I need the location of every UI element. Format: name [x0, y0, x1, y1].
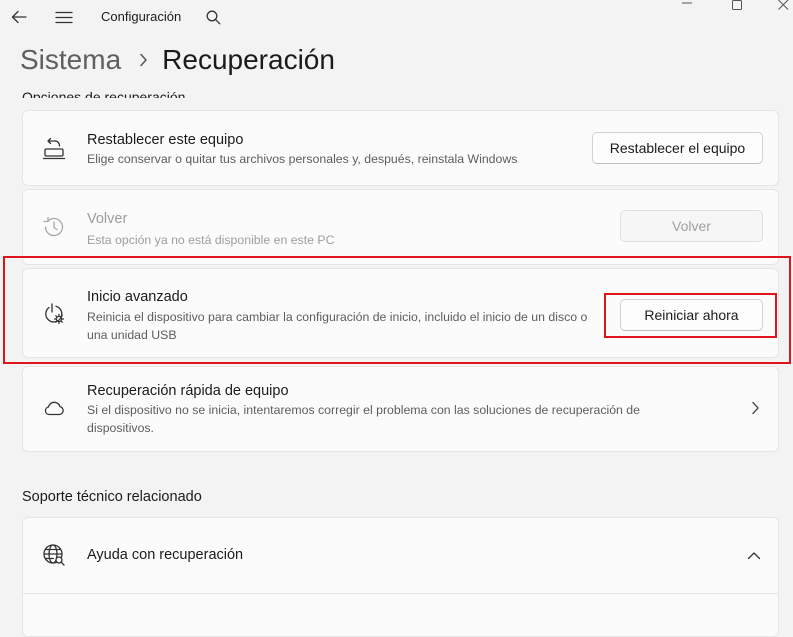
reset-pc-icon	[41, 136, 67, 162]
advanced-startup-icon	[41, 301, 67, 327]
globe-search-icon	[41, 542, 67, 568]
hamburger-menu-icon	[55, 11, 73, 23]
recovery-help-card[interactable]: Ayuda con recuperación	[22, 517, 779, 637]
maximize-button[interactable]	[727, 0, 747, 14]
go-back-card: Volver Esta opción ya no está disponible…	[22, 189, 779, 265]
chevron-up-icon[interactable]	[745, 546, 763, 564]
section-title-recovery-options: Opciones de recuperación	[22, 89, 186, 98]
chevron-right-icon	[746, 399, 764, 417]
go-back-title: Volver	[87, 211, 128, 227]
reset-pc-title: Restablecer este equipo	[87, 132, 244, 148]
advanced-startup-description: Reinicia el dispositivo para cambiar la …	[87, 310, 588, 342]
menu-button[interactable]	[50, 5, 78, 29]
reset-pc-card: Restablecer este equipo Elige conservar …	[22, 110, 779, 186]
back-button[interactable]	[5, 5, 33, 29]
maximize-icon	[732, 0, 742, 10]
go-back-button: Volver	[620, 210, 763, 242]
recovery-help-title: Ayuda con recuperación	[87, 547, 244, 563]
section-title-related-support: Soporte técnico relacionado	[22, 489, 202, 505]
title-bar: Configuración	[0, 0, 793, 34]
search-button[interactable]	[199, 5, 227, 29]
close-button[interactable]	[773, 0, 793, 14]
app-title: Configuración	[101, 9, 182, 24]
reset-pc-description: Elige conservar o quitar tus archivos pe…	[87, 152, 518, 166]
advanced-startup-title: Inicio avanzado	[87, 289, 188, 305]
restart-now-button[interactable]: Reiniciar ahora	[620, 299, 763, 331]
breadcrumb-parent-sistema[interactable]: Sistema	[20, 44, 121, 76]
chevron-right-icon	[139, 53, 148, 67]
history-icon	[41, 214, 67, 240]
reset-pc-button[interactable]: Restablecer el equipo	[592, 132, 763, 164]
minimize-button[interactable]	[677, 0, 697, 14]
advanced-startup-card: Inicio avanzado Reinicia el dispositivo …	[22, 268, 779, 358]
close-icon	[778, 0, 789, 10]
quick-recovery-description: Si el dispositivo no se inicia, intentar…	[87, 403, 640, 435]
quick-machine-recovery-card[interactable]: Recuperación rápida de equipo Si el disp…	[22, 366, 779, 452]
breadcrumb: Sistema Recuperación	[20, 40, 335, 80]
search-icon	[206, 10, 220, 24]
go-back-description: Esta opción ya no está disponible en est…	[87, 233, 335, 247]
cloud-icon	[41, 395, 67, 421]
card-divider	[23, 593, 778, 594]
quick-recovery-title: Recuperación rápida de equipo	[87, 383, 289, 399]
back-arrow-icon	[11, 10, 27, 24]
minimize-icon	[682, 2, 692, 4]
page-title: Recuperación	[162, 44, 335, 75]
